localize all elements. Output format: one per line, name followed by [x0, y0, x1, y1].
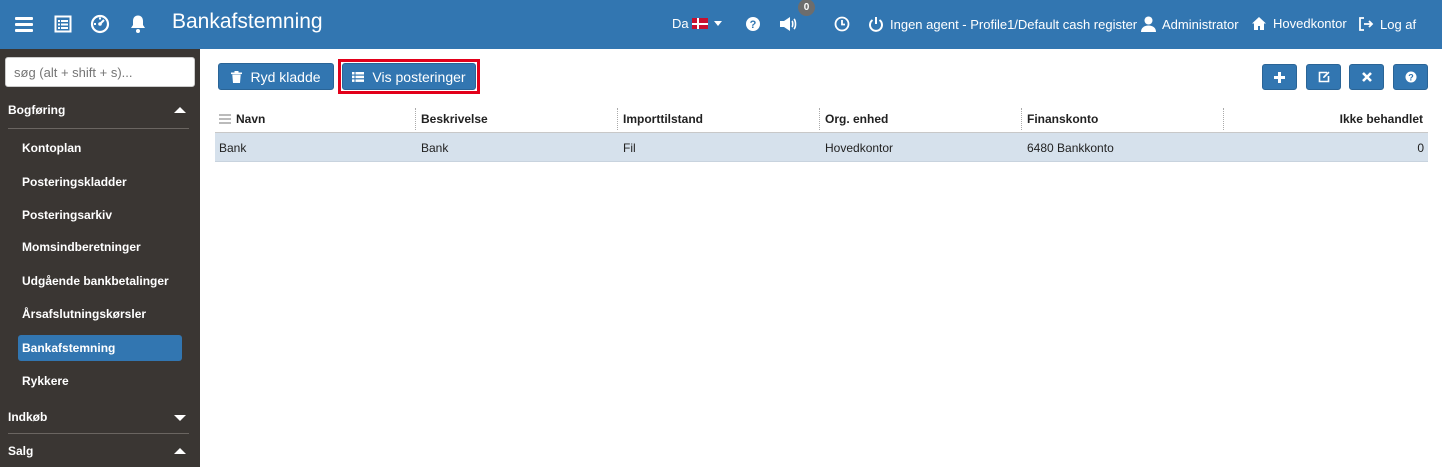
sidebar-group-bogforing[interactable]: Bogføring: [0, 94, 200, 126]
sidebar-group-label: Indkøb: [8, 410, 48, 424]
highlight-frame: [338, 59, 480, 94]
edit-icon: [1318, 71, 1329, 83]
megaphone-icon[interactable]: [777, 13, 799, 35]
sidebar-group-label: Salg: [8, 444, 34, 458]
sidebar-item-posteringsarkiv[interactable]: Posteringsarkiv: [18, 202, 182, 228]
divider: [8, 433, 189, 434]
help-icon: ?: [1405, 71, 1416, 83]
divider: [8, 128, 189, 129]
cell-ikke-behandlet: 0: [1417, 140, 1424, 155]
danish-flag-icon: [691, 18, 708, 29]
user-icon: [1141, 16, 1156, 32]
chevron-up-icon: [174, 107, 186, 113]
bell-icon[interactable]: [127, 13, 149, 35]
sidebar-group-indkob[interactable]: Indkøb: [0, 401, 200, 433]
chevron-down-icon: [713, 21, 722, 26]
language-label: Da: [672, 16, 689, 31]
page-title: Bankafstemning: [172, 10, 323, 33]
sidebar-group-salg[interactable]: Salg: [0, 435, 200, 467]
column-header-beskrivelse[interactable]: Beskrivelse: [421, 105, 488, 133]
sidebar: Bogføring Kontoplan Posteringskladder Po…: [0, 49, 200, 467]
grid-header: Navn Beskrivelse Importtilstand Org. enh…: [215, 105, 1428, 133]
language-selector[interactable]: Da: [672, 16, 722, 31]
home-icon: [1252, 17, 1266, 30]
location-menu[interactable]: Hovedkontor: [1251, 16, 1347, 31]
cell-finanskonto: 6480 Bankkonto: [1027, 140, 1114, 155]
add-button[interactable]: [1262, 64, 1297, 90]
column-separator[interactable]: [1021, 108, 1022, 130]
edit-button[interactable]: [1306, 64, 1341, 90]
column-separator[interactable]: [617, 108, 618, 130]
plus-icon: [1274, 71, 1285, 83]
clear-journal-button[interactable]: Ryd kladde: [218, 63, 334, 90]
cell-navn: Bank: [219, 140, 247, 155]
svg-text:?: ?: [750, 19, 757, 31]
power-icon: [869, 17, 883, 32]
location-label: Hovedkontor: [1273, 16, 1347, 31]
menu-icon[interactable]: [13, 13, 35, 35]
column-separator[interactable]: [1223, 108, 1224, 130]
help-circle-icon[interactable]: ?: [742, 13, 764, 35]
column-separator[interactable]: [819, 108, 820, 130]
column-header-importtilstand[interactable]: Importtilstand: [623, 105, 703, 133]
logout-link[interactable]: Log af: [1358, 16, 1416, 32]
column-header-ikke-behandlet[interactable]: Ikke behandlet: [1340, 105, 1423, 133]
search-input[interactable]: [5, 57, 195, 87]
agent-status[interactable]: Ingen agent - Profile1/Default cash regi…: [868, 16, 1137, 32]
dashboard-icon[interactable]: [89, 13, 111, 35]
user-label: Administrator: [1162, 16, 1239, 32]
column-header-finanskonto[interactable]: Finanskonto: [1027, 105, 1098, 133]
sidebar-item-bankafstemning[interactable]: Bankafstemning: [18, 335, 182, 361]
data-grid: Navn Beskrivelse Importtilstand Org. enh…: [215, 105, 1428, 162]
cell-org-enhed: Hovedkontor: [825, 140, 894, 155]
chevron-up-icon: [174, 448, 186, 454]
column-header-org-enhed[interactable]: Org. enhed: [825, 105, 888, 133]
close-icon: [1361, 72, 1372, 82]
notification-badge: 0: [798, 0, 815, 16]
column-separator[interactable]: [415, 108, 416, 130]
svg-text:?: ?: [1408, 72, 1414, 82]
sidebar-item-posteringskladder[interactable]: Posteringskladder: [18, 169, 182, 195]
cell-beskrivelse: Bank: [421, 140, 449, 155]
top-bar: Bankafstemning Da ? 0 Ingen agent - Prof…: [0, 0, 1442, 49]
table-row[interactable]: Bank Bank Fil Hovedkontor 6480 Bankkonto…: [215, 133, 1428, 162]
agent-status-label: Ingen agent - Profile1/Default cash regi…: [890, 16, 1138, 32]
trash-icon: [231, 70, 243, 83]
clock-icon[interactable]: [831, 13, 853, 35]
sidebar-group-label: Bogføring: [8, 103, 66, 117]
logout-label: Log af: [1380, 16, 1417, 32]
list-view-icon[interactable]: [52, 13, 74, 35]
cell-importtilstand: Fil: [623, 140, 636, 155]
chevron-down-icon: [174, 415, 186, 421]
sidebar-item-udgaende-bankbetalinger[interactable]: Udgående bankbetalinger: [18, 268, 182, 294]
sidebar-item-momsindberetninger[interactable]: Momsindberetninger: [18, 234, 182, 260]
sidebar-item-rykkere[interactable]: Rykkere: [18, 368, 182, 394]
sidebar-item-arsafslutningskorsler[interactable]: Årsafslutningskørsler: [18, 301, 182, 327]
column-menu-icon[interactable]: [219, 113, 231, 124]
sidebar-item-kontoplan[interactable]: Kontoplan: [18, 135, 182, 161]
delete-button[interactable]: [1349, 64, 1384, 90]
help-button[interactable]: ?: [1393, 64, 1428, 90]
clear-journal-label: Ryd kladde: [250, 68, 321, 85]
logout-icon: [1359, 17, 1374, 31]
user-menu[interactable]: Administrator: [1141, 16, 1239, 32]
column-header-navn[interactable]: Navn: [236, 105, 265, 133]
